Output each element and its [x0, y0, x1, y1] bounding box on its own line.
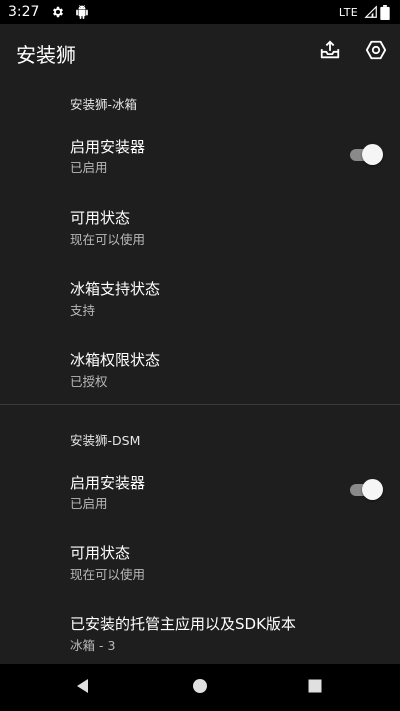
pref-title: 已安装的托管主应用以及SDK版本: [70, 615, 296, 633]
export-icon: [319, 39, 341, 65]
status-right: LTE: [339, 0, 390, 24]
settings-icon: [365, 39, 387, 65]
status-left: 3:27: [0, 4, 99, 20]
recents-icon: [307, 678, 323, 698]
pref-summary: 冰箱 - 3: [70, 638, 116, 653]
pref-summary: 已授权: [70, 374, 108, 389]
app-title: 安装狮: [16, 43, 76, 67]
signal-icon: [364, 5, 378, 19]
pref-availability-icebox[interactable]: 可用状态 现在可以使用: [0, 190, 400, 260]
pref-enable-installer-dsm[interactable]: 启用安装器 已启用: [0, 455, 400, 525]
section-divider: [0, 404, 400, 405]
home-icon: [192, 678, 208, 698]
pref-summary: 支持: [70, 303, 96, 318]
network-type: LTE: [338, 5, 358, 19]
pref-title: 冰箱支持状态: [70, 280, 161, 298]
app-bar: 安装狮: [0, 24, 400, 80]
enable-installer-toggle[interactable]: [350, 479, 383, 501]
pref-icebox-support[interactable]: 冰箱支持状态 支持: [0, 261, 400, 331]
navigation-bar: [0, 664, 400, 711]
pref-summary: 现在可以使用: [70, 567, 146, 582]
back-button[interactable]: [70, 675, 96, 701]
pref-title: 启用安装器: [70, 474, 146, 492]
pref-icebox-permission[interactable]: 冰箱权限状态 已授权: [0, 332, 400, 402]
settings-button[interactable]: [360, 36, 392, 68]
export-button[interactable]: [314, 36, 346, 68]
pref-enable-installer-icebox[interactable]: 启用安装器 已启用: [0, 119, 400, 189]
pref-host-app-sdk-version[interactable]: 已安装的托管主应用以及SDK版本 冰箱 - 3: [0, 597, 400, 667]
pref-title: 可用状态: [70, 544, 131, 562]
enable-installer-toggle[interactable]: [350, 144, 383, 166]
pref-title: 启用安装器: [70, 138, 146, 156]
status-time: 3:27: [8, 4, 40, 20]
android-icon: [75, 5, 89, 19]
toggle-thumb: [362, 479, 383, 500]
pref-availability-dsm[interactable]: 可用状态 现在可以使用: [0, 526, 400, 596]
section-header-dsm: 安装狮-DSM: [70, 433, 141, 448]
pref-title: 可用状态: [70, 209, 131, 227]
pref-summary: 已启用: [70, 160, 108, 175]
toggle-thumb: [362, 144, 383, 165]
section-header-icebox: 安装狮-冰箱: [70, 97, 138, 112]
battery-icon: [380, 4, 390, 20]
status-bar: 3:27 LTE: [0, 0, 400, 24]
gear-icon: [51, 5, 65, 19]
pref-summary: 已启用: [70, 496, 108, 511]
home-button[interactable]: [187, 675, 213, 701]
pref-title: 冰箱权限状态: [70, 351, 161, 369]
recents-button[interactable]: [302, 675, 328, 701]
screen: 3:27 LTE 安装狮 安装狮-冰箱 启用安装器 已启用 可用状态 现在可以使…: [0, 0, 400, 711]
back-icon: [75, 678, 91, 698]
pref-summary: 现在可以使用: [70, 232, 146, 247]
